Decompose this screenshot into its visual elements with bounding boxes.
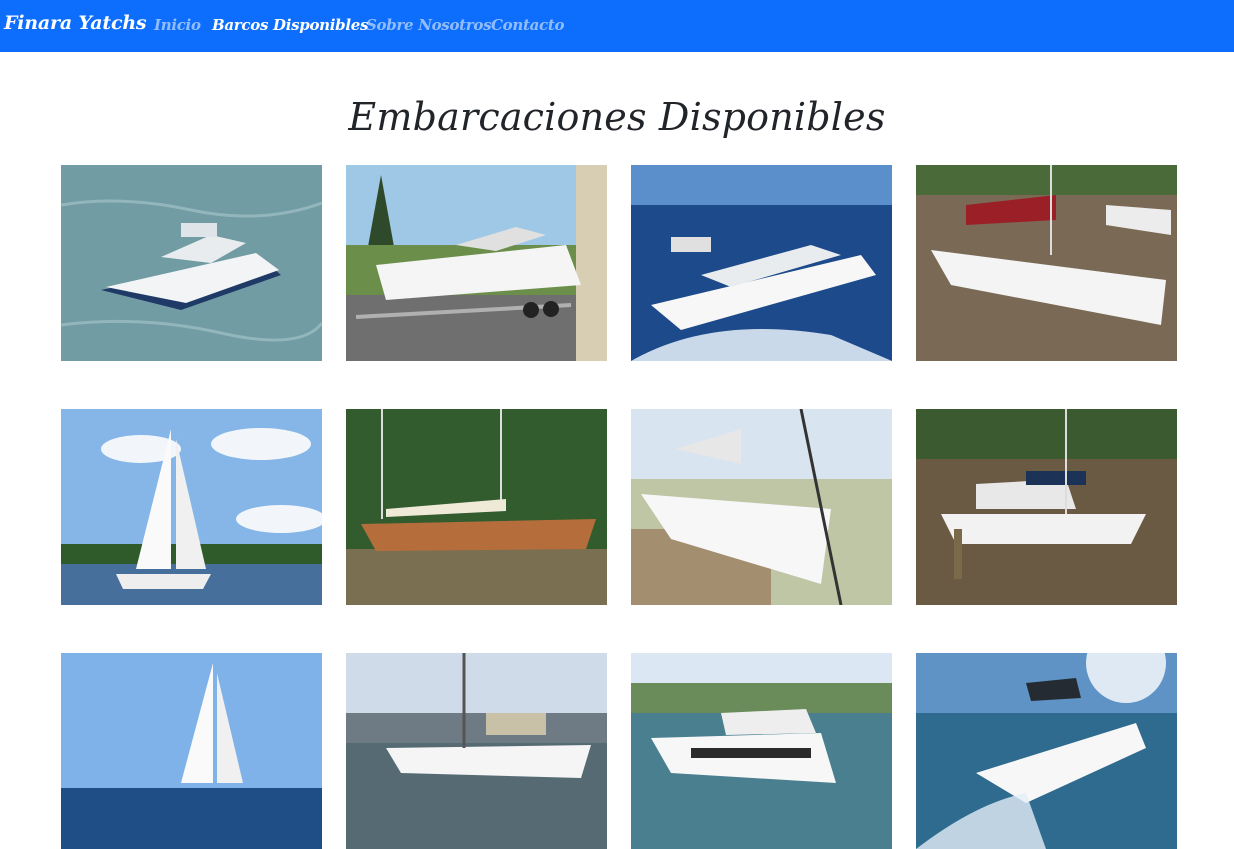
boat-image-12[interactable] <box>916 653 1177 849</box>
nav-link-inicio[interactable]: Inicio <box>154 16 201 34</box>
boat-photo-sailboat-open-sea <box>61 653 322 849</box>
boat-image-3[interactable] <box>631 165 892 361</box>
boat-image-10[interactable] <box>346 653 607 849</box>
nav-link-sobre-nosotros[interactable]: Sobre Nosotros <box>366 16 492 34</box>
boat-image-5[interactable] <box>61 409 322 605</box>
boat-image-1[interactable] <box>61 165 322 361</box>
page-title: Embarcaciones Disponibles <box>348 95 886 140</box>
boat-image-8[interactable] <box>916 409 1177 605</box>
boat-image-7[interactable] <box>631 409 892 605</box>
boat-photo-cruiser-trailer <box>346 165 607 361</box>
boat-photo-motor-yacht-canal <box>631 653 892 849</box>
boat-image-2[interactable] <box>346 165 607 361</box>
top-navbar: Finara Yatchs Inicio Barcos Disponibles … <box>0 0 1234 52</box>
boat-photo-sailboat-dock <box>631 409 892 605</box>
boat-image-6[interactable] <box>346 409 607 605</box>
boat-photo-yacht-speed <box>631 165 892 361</box>
boat-image-4[interactable] <box>916 165 1177 361</box>
boat-photo-sailboat-marina <box>346 653 607 849</box>
boat-photo-sailboat-sky <box>61 409 322 605</box>
nav-link-barcos-disponibles[interactable]: Barcos Disponibles <box>212 16 368 34</box>
brand-logo-link[interactable]: Finara Yatchs <box>4 12 147 34</box>
boat-photo-bowrider-sunlight <box>916 653 1177 849</box>
boat-photo-sailboat-harbor <box>916 165 1177 361</box>
boat-photo-cruiser-water <box>61 165 322 361</box>
boat-photo-small-sailboat-river <box>916 409 1177 605</box>
nav-link-contacto[interactable]: Contacto <box>491 16 564 34</box>
boat-photo-wooden-sailboat <box>346 409 607 605</box>
boat-image-11[interactable] <box>631 653 892 849</box>
boat-image-9[interactable] <box>61 653 322 849</box>
